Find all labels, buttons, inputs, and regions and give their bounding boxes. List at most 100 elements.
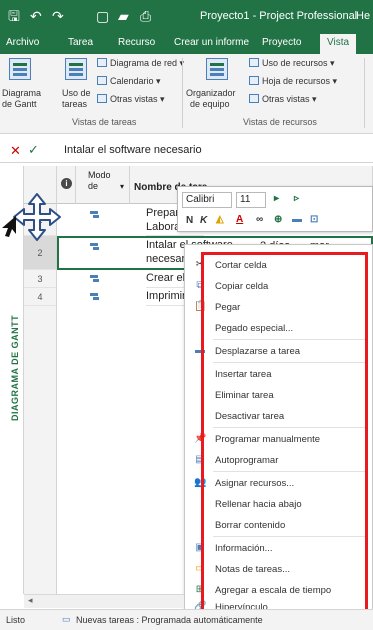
menu-item-label: Programar manualmente — [215, 434, 321, 445]
accept-entry-button[interactable]: ✓ — [28, 142, 39, 158]
task-views-group-label: Vistas de tareas — [72, 117, 137, 127]
chevron-down-icon: ▾ — [120, 182, 125, 191]
bold-button[interactable]: N — [186, 215, 193, 226]
tab-proyecto[interactable]: Proyecto — [262, 37, 301, 48]
scroll-to-task-icon: ▬ — [195, 345, 205, 356]
menu-item-assign-resources[interactable]: 👥 Asignar recursos... — [185, 473, 373, 494]
help-tab-fragment[interactable]: He — [356, 10, 370, 22]
menu-item-label: Eliminar tarea — [215, 390, 274, 401]
menu-item-label: Insertar tarea — [215, 369, 272, 380]
menu-item-inactivate-task[interactable]: Desactivar tarea — [185, 406, 373, 427]
menu-item-clear-contents[interactable]: Borrar contenido — [185, 515, 373, 536]
ribbon: Diagrama de Gantt Uso de tareas Diagrama… — [0, 54, 373, 134]
paste-icon: 📋 — [194, 301, 207, 312]
menu-separator — [213, 427, 368, 428]
team-planner-button-line2[interactable]: de equipo — [190, 99, 230, 110]
grow-font-icon[interactable]: ▸ — [274, 193, 279, 204]
menu-item-label: Desactivar tarea — [215, 411, 285, 422]
menu-item-cut-cell[interactable]: ✂ Cortar celda — [185, 255, 373, 276]
task-usage-button[interactable]: Uso de — [62, 88, 91, 99]
highlight-color-icon[interactable]: ◭ — [216, 214, 224, 225]
font-color-icon[interactable]: A — [236, 214, 243, 225]
font-size-field[interactable]: 11 — [236, 192, 266, 208]
menu-item-label: Desplazarse a tarea — [215, 346, 301, 357]
undo-icon[interactable]: ↶ — [30, 8, 42, 24]
menu-item-task-notes[interactable]: ▭ Notas de tareas... — [185, 559, 373, 580]
row-number-column — [24, 306, 57, 594]
tab-vista[interactable]: Vista — [320, 34, 357, 54]
menu-item-label: Rellenar hacia abajo — [215, 499, 302, 510]
background-color-icon[interactable]: ▬ — [292, 214, 302, 225]
menu-item-label: Cortar celda — [215, 260, 267, 271]
status-ready: Listo — [6, 615, 26, 625]
scroll-left-icon[interactable]: ◂ — [28, 595, 33, 606]
menu-item-manually-schedule[interactable]: 📌 Programar manualmente — [185, 429, 373, 450]
tab-tarea[interactable]: Tarea — [68, 37, 93, 48]
team-planner-button[interactable]: Organizador — [186, 88, 236, 99]
autoschedule-icon: ▤ — [195, 454, 205, 465]
gantt-chart-button[interactable]: Diagrama — [2, 88, 41, 99]
calendar-label: Calendario — [110, 76, 154, 86]
split-task-icon[interactable]: ⊕ — [274, 214, 282, 225]
menu-item-paste-special[interactable]: Pegado especial... — [185, 318, 373, 339]
menu-item-auto-schedule[interactable]: ▤ Autoprogramar — [185, 450, 373, 471]
link-icon[interactable]: ∞ — [256, 214, 263, 225]
horizontal-scrollbar[interactable]: ◂ — [24, 594, 184, 608]
menu-item-delete-task[interactable]: Eliminar tarea — [185, 385, 373, 406]
title-bar: 🖫 ↶ ↷ ▢ ▰ ⎙ Proyecto1 - Project Professi… — [0, 0, 373, 34]
tab-archivo[interactable]: Archivo — [6, 37, 39, 48]
mode-column-label: Modo de — [88, 170, 111, 191]
network-diagram-button[interactable]: Diagrama de red ▾ — [97, 58, 184, 69]
resource-other-views-button[interactable]: Otras vistas ▾ — [249, 94, 317, 105]
mouse-pointer-icon — [2, 216, 16, 237]
tab-crear-informe[interactable]: Crear un informe — [174, 37, 249, 48]
menu-item-fill-down[interactable]: Rellenar hacia abajo — [185, 494, 373, 515]
copy-icon: ⧉ — [196, 280, 204, 291]
gantt-chart-button-line2[interactable]: de Gantt — [2, 99, 37, 110]
menu-item-label: Información... — [215, 543, 273, 554]
calendar-icon — [97, 76, 107, 85]
mode-column-header[interactable]: Modo de ▾ — [76, 166, 130, 204]
assign-resources-icon: 👥 — [194, 477, 207, 488]
font-name-field[interactable]: Calibri — [182, 192, 232, 208]
menu-item-paste[interactable]: 📋 Pegar — [185, 297, 373, 318]
calendar-button[interactable]: Calendario ▾ — [97, 76, 161, 87]
shrink-font-icon[interactable]: ▹ — [294, 193, 299, 204]
redo-icon[interactable]: ↷ — [52, 8, 64, 24]
italic-button[interactable]: K — [200, 215, 207, 226]
mini-toolbar: Calibri 11 ▸ ▹ N K ◭ A ∞ ⊕ ▬ ⊡ — [177, 186, 373, 232]
task-usage-button-line2[interactable]: tareas — [62, 99, 87, 110]
open-icon[interactable]: ▰ — [118, 8, 129, 24]
menu-item-label: Pegado especial... — [215, 323, 294, 334]
row-number[interactable]: 3 — [24, 270, 57, 288]
task-other-views-button[interactable]: Otras vistas ▾ — [97, 94, 165, 105]
ribbon-tabs: Archivo Tarea Recurso Crear un informe P… — [0, 34, 373, 54]
view-label: DIAGRAMA DE GANTT — [10, 314, 20, 421]
auto-scheduled-mode-icon — [90, 242, 102, 251]
outdent-icon[interactable]: ⊡ — [310, 214, 318, 225]
print-preview-icon[interactable]: ⎙ — [140, 8, 151, 24]
new-icon[interactable]: ▢ — [96, 8, 109, 24]
ribbon-separator — [182, 58, 183, 128]
resource-other-views-label: Otras vistas — [262, 94, 310, 104]
info-icon: i — [61, 178, 72, 189]
menu-item-label: Borrar contenido — [215, 520, 286, 531]
new-tasks-mode[interactable]: Nuevas tareas : Programada automáticamen… — [76, 615, 263, 625]
menu-item-label: Autoprogramar — [215, 455, 279, 466]
menu-item-information[interactable]: ▣ Información... — [185, 538, 373, 559]
resource-views-group-label: Vistas de recursos — [243, 117, 317, 127]
pushpin-icon: 📌 — [194, 433, 207, 444]
menu-item-copy-cell[interactable]: ⧉ Copiar celda — [185, 276, 373, 297]
window-title: Proyecto1 - Project Professional — [200, 10, 358, 22]
save-icon[interactable]: 🖫 — [8, 8, 20, 24]
menu-item-scroll-to-task[interactable]: ▬ Desplazarse a tarea — [185, 341, 373, 362]
row-number[interactable]: 4 — [24, 288, 57, 306]
resource-sheet-button[interactable]: Hoja de recursos ▾ — [249, 76, 337, 87]
entry-field[interactable]: Intalar el software necesario — [64, 144, 202, 156]
tab-recurso[interactable]: Recurso — [118, 37, 155, 48]
cancel-entry-button[interactable]: ✕ — [10, 143, 21, 159]
menu-item-label: Copiar celda — [215, 281, 269, 292]
resource-usage-button[interactable]: Uso de recursos ▾ — [249, 58, 335, 69]
menu-item-insert-task[interactable]: Insertar tarea — [185, 364, 373, 385]
menu-separator — [213, 536, 368, 537]
